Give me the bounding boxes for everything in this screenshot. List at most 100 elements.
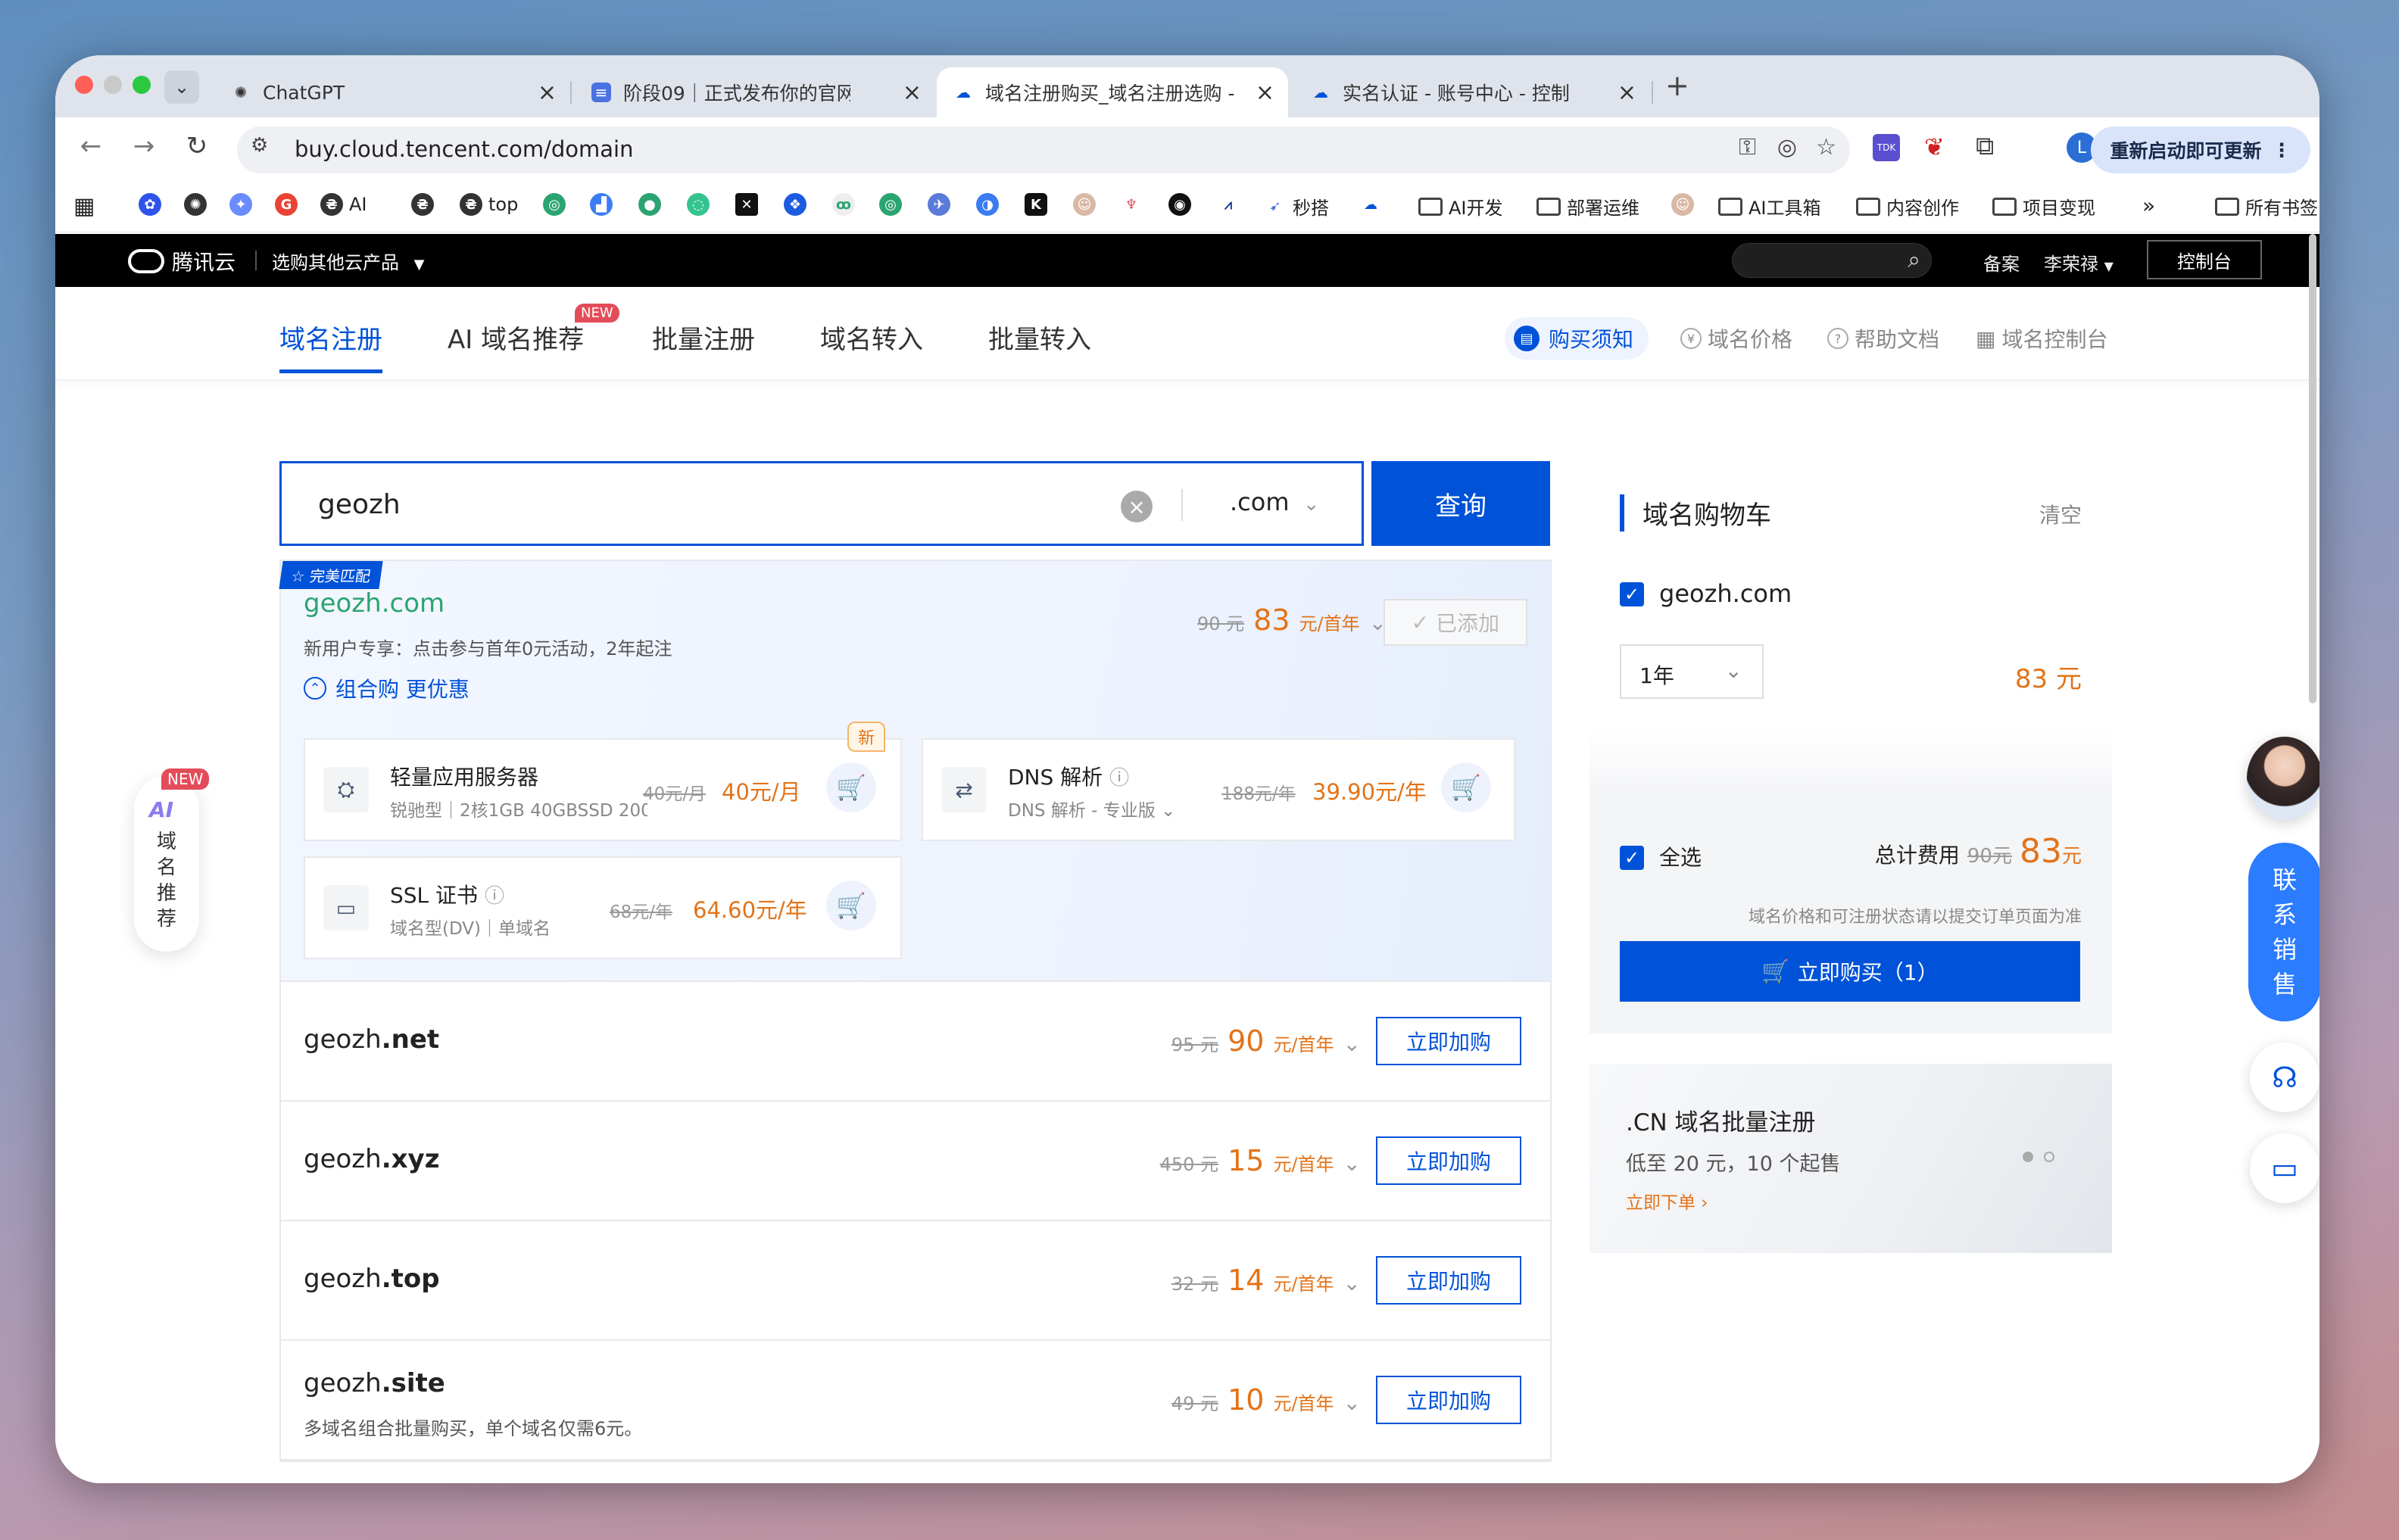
domain-price-link[interactable]: ¥ 域名价格 bbox=[1680, 323, 1792, 354]
query-button[interactable]: 查询 bbox=[1371, 461, 1550, 546]
ai-domain-float-button[interactable]: NEW AI 域名推荐 bbox=[134, 768, 210, 952]
info-icon[interactable]: ⓘ bbox=[485, 885, 504, 908]
site-info-icon[interactable]: ⚙ bbox=[251, 134, 268, 157]
bookmark-ai[interactable]: ₴ AI bbox=[320, 193, 367, 216]
bookmark-top[interactable]: ₴ top bbox=[460, 193, 518, 216]
close-tab-icon[interactable]: × bbox=[538, 79, 557, 106]
cart-item-checkbox[interactable]: ✓ bbox=[1620, 582, 1644, 606]
customer-service-icon[interactable]: ☊ bbox=[2250, 1043, 2319, 1112]
chevron-down-icon[interactable]: ⌄ bbox=[1343, 1390, 1361, 1415]
close-tab-icon[interactable]: × bbox=[1256, 79, 1274, 106]
bookmark-miaoda[interactable]: ➹ 秒搭 bbox=[1264, 193, 1329, 220]
bookmark-folder-content[interactable]: 内容创作 bbox=[1856, 193, 1959, 220]
products-menu[interactable]: 选购其他云产品 ▼ bbox=[272, 248, 424, 274]
tab-guide[interactable]: ≡ 阶段09｜正式发布你的官网：让 × bbox=[575, 67, 935, 117]
tab-ai-domain[interactable]: AI 域名推荐 bbox=[448, 319, 584, 356]
add-to-cart-button[interactable]: 立即加购 bbox=[1376, 1136, 1521, 1185]
baidu-icon[interactable]: ✿ bbox=[139, 193, 161, 216]
tab-domain-register[interactable]: ☁ 域名注册购买_域名注册选购 - 腾 × bbox=[937, 67, 1288, 117]
relaunch-update-button[interactable]: 重新启动即可更新 ⋮ bbox=[2091, 126, 2310, 173]
carousel-dot-active[interactable] bbox=[2023, 1152, 2033, 1162]
bookmark-folder-all[interactable]: 所有书签 bbox=[2215, 193, 2318, 220]
contact-sales-button[interactable]: 联系销售 bbox=[2248, 843, 2319, 1021]
add-to-cart-icon[interactable]: 🛒 bbox=[826, 762, 876, 812]
purchase-notice-link[interactable]: ▤ 购买须知 bbox=[1505, 317, 1649, 360]
add-to-cart-button[interactable]: 立即加购 bbox=[1376, 1256, 1521, 1305]
tab-chatgpt[interactable]: ✺ ChatGPT × bbox=[214, 67, 570, 117]
combo-toggle[interactable]: ⌃ 组合购 更优惠 bbox=[304, 673, 470, 703]
bookmark-icon[interactable]: ♆ bbox=[1120, 193, 1143, 216]
extension-icon[interactable]: ❦ bbox=[1924, 132, 1945, 161]
minimize-window-button[interactable] bbox=[104, 76, 122, 94]
feedback-chat-icon[interactable]: ▭ bbox=[2250, 1133, 2319, 1203]
back-icon[interactable]: ← bbox=[73, 131, 108, 161]
help-docs-link[interactable]: ? 帮助文档 bbox=[1827, 323, 1939, 354]
extensions-puzzle-icon[interactable]: ⧉ bbox=[1976, 131, 1994, 161]
buy-now-button[interactable]: 🛒 立即购买（1） bbox=[1620, 941, 2080, 1002]
tab-bulk-register[interactable]: 批量注册 bbox=[652, 319, 755, 356]
bookmark-folder-projects[interactable]: 项目变现 bbox=[1992, 193, 2095, 220]
tab-realname[interactable]: ☁ 实名认证 - 账号中心 - 控制台 × bbox=[1294, 67, 1650, 117]
chevron-down-icon[interactable]: ⌄ bbox=[1343, 1031, 1361, 1056]
zoom-window-button[interactable] bbox=[133, 76, 151, 94]
add-to-cart-icon[interactable]: 🛒 bbox=[1441, 762, 1491, 812]
carousel-dot[interactable] bbox=[2044, 1152, 2054, 1162]
tab-domain-register[interactable]: 域名注册 bbox=[279, 319, 382, 373]
kimi-icon[interactable]: K bbox=[1025, 193, 1047, 216]
beian-link[interactable]: 备案 bbox=[1983, 249, 2020, 276]
google-icon[interactable]: G bbox=[275, 193, 298, 216]
avatar-bookmark-icon[interactable]: ☺ bbox=[1671, 193, 1694, 216]
bookmark-folder-deploy[interactable]: 部署运维 bbox=[1536, 193, 1639, 220]
sales-avatar[interactable] bbox=[2247, 737, 2319, 820]
bookmark-icon[interactable]: ₴ bbox=[411, 193, 434, 216]
console-button[interactable]: 控制台 bbox=[2147, 240, 2262, 279]
chevron-down-icon[interactable]: ⌄ bbox=[1343, 1270, 1361, 1295]
tab-domain-transfer[interactable]: 域名转入 bbox=[820, 319, 923, 356]
order-now-link[interactable]: 立即下单 › bbox=[1626, 1188, 1708, 1214]
bookmark-icon[interactable]: ✈ bbox=[928, 193, 950, 216]
password-key-icon[interactable]: ⚿ bbox=[1739, 134, 1756, 161]
scrollbar[interactable] bbox=[2309, 234, 2316, 703]
close-tab-icon[interactable]: × bbox=[903, 79, 922, 106]
close-window-button[interactable] bbox=[75, 76, 93, 94]
added-button[interactable]: ✓ 已添加 bbox=[1384, 599, 1527, 646]
bookmark-icon[interactable]: ◎ bbox=[879, 193, 902, 216]
tab-bulk-transfer[interactable]: 批量转入 bbox=[988, 319, 1091, 356]
close-tab-icon[interactable]: × bbox=[1618, 79, 1636, 106]
new-tab-button[interactable]: + bbox=[1665, 69, 1689, 102]
tab-search-button[interactable]: ⌄ bbox=[164, 70, 199, 104]
apps-grid-icon[interactable]: ▦ bbox=[73, 193, 95, 220]
clear-cart-link[interactable]: 清空 bbox=[2039, 499, 2082, 529]
bookmark-icon[interactable]: ꝏ bbox=[832, 193, 855, 216]
analytics-icon[interactable]: ▟ bbox=[590, 193, 613, 216]
bookmark-icon[interactable]: ⩘ bbox=[1217, 193, 1240, 216]
chevron-down-icon[interactable]: ⌄ bbox=[1343, 1151, 1361, 1176]
tencent-cloud-logo[interactable]: 腾讯云 bbox=[128, 246, 236, 276]
url-text[interactable]: buy.cloud.tencent.com/domain bbox=[295, 136, 633, 162]
forward-icon[interactable]: → bbox=[126, 131, 161, 161]
x-icon[interactable]: ✕ bbox=[735, 193, 758, 216]
add-to-cart-button[interactable]: 立即加购 bbox=[1376, 1376, 1521, 1424]
omnibox[interactable]: ⚙ buy.cloud.tencent.com/domain ⚿ ◎ ☆ bbox=[237, 126, 1850, 173]
add-to-cart-button[interactable]: 立即加购 bbox=[1376, 1017, 1521, 1065]
period-select[interactable]: 1年 ⌄ bbox=[1620, 644, 1764, 699]
bookmark-icon[interactable]: ❖ bbox=[784, 193, 806, 216]
tencent-cloud-bookmark-icon[interactable]: ☁ bbox=[1359, 193, 1382, 216]
domain-search-input[interactable]: geozh × .com ⌄ bbox=[279, 461, 1364, 546]
search-value[interactable]: geozh bbox=[318, 489, 401, 520]
bookmark-icon[interactable]: ◌ bbox=[687, 193, 710, 216]
domain-console-link[interactable]: ▦ 域名控制台 bbox=[1976, 323, 2107, 354]
eye-off-icon[interactable]: ◎ bbox=[1777, 134, 1797, 161]
site-search-input[interactable]: ⌕ bbox=[1732, 243, 1932, 278]
more-bookmarks-icon[interactable]: » bbox=[2142, 193, 2155, 218]
bookmark-icon[interactable]: ◉ bbox=[1168, 193, 1191, 216]
info-icon[interactable]: ⓘ bbox=[1109, 767, 1129, 790]
chatgpt-bookmark-icon[interactable]: ✺ bbox=[184, 193, 207, 216]
tld-select[interactable]: .com ⌄ bbox=[1230, 488, 1319, 516]
clear-input-icon[interactable]: × bbox=[1121, 491, 1153, 522]
gemini-icon[interactable]: ✦ bbox=[229, 193, 252, 216]
extension-tdk-icon[interactable]: TDK bbox=[1873, 134, 1900, 161]
user-menu[interactable]: 李荣禄 ▼ bbox=[2044, 249, 2114, 276]
bookmark-icon[interactable]: ◑ bbox=[976, 193, 999, 216]
bundle-desc-select[interactable]: DNS 解析 - 专业版 ⌄ bbox=[1008, 796, 1175, 821]
